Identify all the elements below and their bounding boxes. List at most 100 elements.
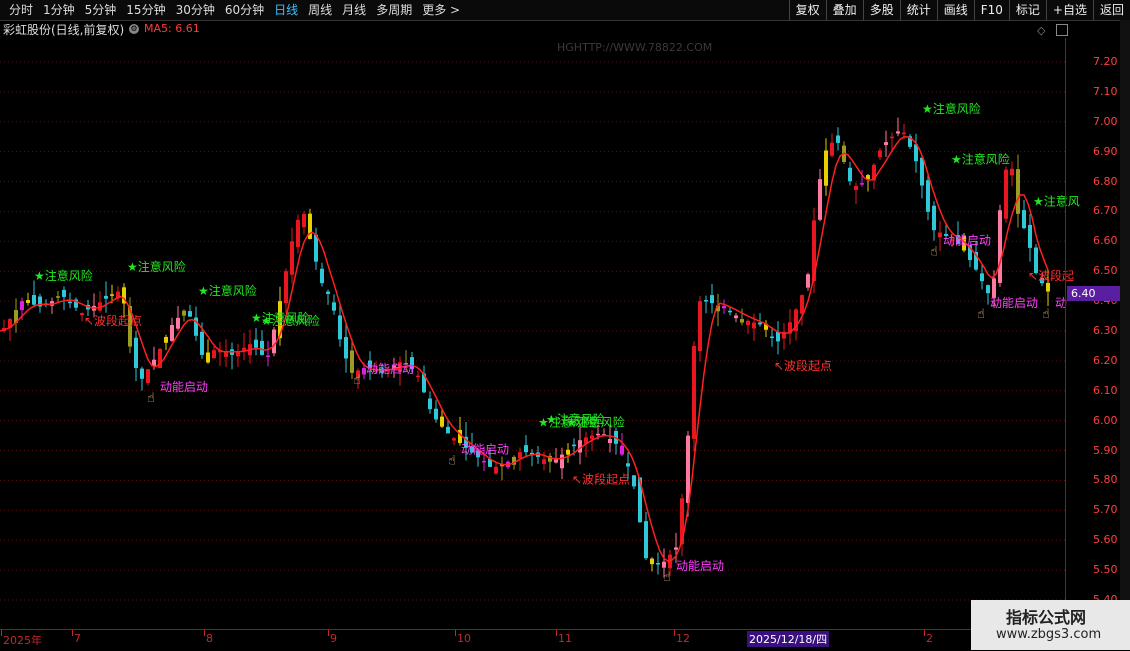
- candle-body: [608, 438, 612, 444]
- x-tick-mark: [924, 630, 925, 636]
- candle-body: [284, 271, 288, 304]
- x-tick-label: 7: [74, 632, 81, 645]
- x-tick-mark: [455, 630, 456, 636]
- candle-body: [20, 301, 24, 311]
- y-tick-label: 5.70: [1093, 503, 1118, 517]
- candle-body: [980, 273, 984, 282]
- y-tick-label: 5.90: [1093, 443, 1118, 457]
- y-tick-label: 6.90: [1093, 144, 1118, 158]
- candle-body: [902, 132, 906, 135]
- annotation-momentum: 动能启动: [160, 380, 208, 394]
- annotation-wave: ↖波段起点: [774, 358, 832, 373]
- cursor-date: 2025/12/18/四: [747, 631, 830, 647]
- y-tick-label: 5.60: [1093, 533, 1118, 547]
- candle-body: [524, 445, 528, 453]
- pointing-hand-icon: ☝: [147, 391, 155, 406]
- candlestick-chart[interactable]: ★注意风险★注意风险★注意风险★注意风险★注意风险★注意风险★注意风险★注意风险…: [0, 0, 1130, 650]
- candle-body: [674, 547, 678, 550]
- logo-url: www.zbgs3.com: [996, 627, 1102, 642]
- x-tick-label: 2025年: [3, 634, 42, 647]
- candle-body: [830, 142, 834, 156]
- y-tick-label: 6.30: [1093, 324, 1118, 337]
- candle-body: [770, 336, 774, 339]
- candle-body: [188, 311, 192, 317]
- x-tick-label: 10: [457, 632, 471, 645]
- annotation-wave: ↖波段起点: [572, 471, 630, 486]
- annotation-wave: ↖波段起点: [84, 313, 142, 328]
- candle-body: [878, 150, 882, 158]
- candle-body: [494, 466, 498, 474]
- candle-body: [806, 274, 810, 288]
- annotation-momentum: 动能启动: [366, 362, 414, 376]
- y-tick-label: 6.60: [1093, 234, 1118, 248]
- candle-body: [650, 558, 654, 565]
- candle-body: [992, 278, 996, 298]
- candle-body: [554, 459, 558, 463]
- candle-body: [728, 310, 732, 313]
- candle-body: [110, 294, 114, 296]
- candle-body: [566, 449, 570, 455]
- annotation-momentum: 动能启动: [676, 559, 724, 573]
- x-tick-mark: [674, 630, 675, 636]
- candle-body: [212, 350, 216, 359]
- annotation-risk: ★注意风: [1033, 193, 1080, 208]
- candle-body: [1028, 224, 1032, 248]
- candle-body: [164, 336, 168, 343]
- y-tick-label: 6.50: [1093, 264, 1118, 278]
- candle-body: [896, 131, 900, 134]
- x-tick-label: 9: [330, 632, 337, 645]
- right-side-strip[interactable]: [1120, 20, 1130, 630]
- candle-body: [818, 179, 822, 220]
- x-tick-label: 11: [558, 632, 572, 645]
- pointing-hand-icon: ☝: [353, 373, 361, 388]
- candle-body: [542, 459, 546, 464]
- candle-body: [854, 185, 858, 191]
- candle-body: [1010, 168, 1014, 176]
- candle-body: [710, 295, 714, 304]
- candle-body: [734, 315, 738, 319]
- ma5-line: [0, 136, 1049, 563]
- y-tick-label: 7.20: [1093, 55, 1118, 68]
- x-tick-label: 2: [926, 632, 933, 645]
- candle-body: [1004, 169, 1008, 219]
- candle-body: [482, 460, 486, 463]
- pointing-hand-icon: ☝: [1042, 307, 1050, 322]
- annotation-risk: ★注意风险: [198, 283, 257, 298]
- x-tick-label: 12: [676, 632, 690, 645]
- y-tick-label: 6.00: [1093, 413, 1118, 427]
- candle-body: [998, 210, 1002, 283]
- current-price-tag: 6.40: [1067, 286, 1123, 301]
- annotation-risk: ★注意风险: [261, 313, 320, 328]
- candle-body: [620, 445, 624, 455]
- candle-body: [452, 438, 456, 441]
- candle-body: [200, 331, 204, 355]
- annotation-risk: ★注意风险: [34, 268, 93, 283]
- candle-body: [758, 322, 762, 325]
- annotation-momentum: 动能启动: [461, 443, 509, 457]
- candle-body: [800, 295, 804, 314]
- candle-body: [890, 136, 894, 139]
- candle-body: [428, 398, 432, 410]
- y-tick-label: 5.50: [1093, 563, 1118, 577]
- x-tick-mark: [72, 630, 73, 636]
- candle-body: [206, 352, 210, 363]
- candle-body: [644, 521, 648, 559]
- candle-body: [938, 232, 942, 238]
- x-tick-mark: [204, 630, 205, 636]
- candle-body: [518, 452, 522, 459]
- candle-body: [140, 368, 144, 379]
- candle-body: [344, 337, 348, 359]
- candle-body: [590, 435, 594, 439]
- candle-body: [416, 375, 420, 378]
- y-tick-label: 7.10: [1093, 84, 1118, 98]
- candle-body: [260, 340, 264, 355]
- candle-body: [722, 306, 726, 309]
- candle-body: [26, 300, 30, 303]
- pointing-hand-icon: ☝: [930, 244, 938, 259]
- y-tick-label: 5.80: [1093, 473, 1118, 487]
- candle-body: [290, 241, 294, 275]
- candle-body: [626, 463, 630, 467]
- candle-body: [704, 300, 708, 302]
- candle-body: [986, 285, 990, 294]
- annotation-risk: ★注意风险: [922, 101, 981, 116]
